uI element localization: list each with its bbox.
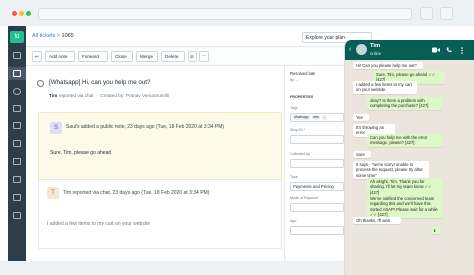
chat-icon (37, 80, 44, 87)
whatsapp-chat: Hi! Can you please help me out? Sure, Ti… (345, 60, 474, 275)
incoming-message: Hi! Can you please help me out? (353, 62, 423, 70)
shop-id-field[interactable] (290, 135, 344, 144)
requester-name[interactable]: Tim (49, 93, 57, 98)
type-label: Type (290, 175, 298, 179)
outgoing-message: Ah alright, Tim. Thank you for sharing. … (367, 178, 443, 196)
payment-mode-label: Mode of Payment (290, 196, 319, 200)
ago-label: Ago (290, 219, 297, 223)
info-icon: ℹ (431, 227, 441, 235)
freshdesk-logo[interactable]: fd (10, 31, 24, 43)
page-header: All tickets > 1065 Explore your plan (26, 26, 372, 47)
back-icon[interactable]: ‹ (349, 45, 351, 54)
home-icon[interactable] (13, 52, 21, 59)
whatsapp-phone: ‹ Tim online Hi! Can you please help me … (344, 40, 474, 275)
browser-menu-button[interactable] (440, 7, 453, 20)
payment-mode-select[interactable] (290, 203, 344, 212)
contact-name: Tim (370, 43, 381, 49)
tags-label: Tags (290, 106, 298, 110)
collected-by-field[interactable] (290, 159, 344, 168)
breadcrumb: All tickets > 1065 (32, 33, 74, 39)
tag: ... (322, 115, 327, 121)
apps-icon[interactable] (13, 212, 21, 219)
breadcrumb-separator: > (56, 33, 60, 39)
whatsapp-header: ‹ Tim online (345, 40, 474, 60)
more-actions-button[interactable]: ⋯ (199, 51, 209, 62)
shop-id-label: Shop ID * (290, 128, 306, 132)
app-root: fd All tickets > 1065 Explore your plan … (0, 0, 474, 275)
reply-button[interactable]: ↩ (32, 51, 42, 62)
type-select[interactable]: Payments and Pricing (290, 182, 344, 191)
incoming-message: I added a few items to my cart on your w… (353, 81, 417, 94)
breadcrumb-all-tickets[interactable]: All tickets (32, 33, 55, 39)
video-icon[interactable] (432, 47, 440, 55)
conversation-pane: [Whatsapp] Hi, can you help me out? Tim … (26, 66, 284, 261)
forward-button[interactable]: Forward (78, 51, 108, 62)
contacts-icon[interactable] (13, 88, 21, 95)
collected-by-label: Collected by (290, 152, 310, 156)
outgoing-message: Can you help me with the error message, … (367, 134, 443, 147)
inbox-icon[interactable] (13, 158, 21, 165)
properties-heading: PROPERTIES (290, 95, 314, 99)
window-minimize-button[interactable] (19, 11, 24, 16)
solutions-icon[interactable] (13, 122, 21, 129)
incoming-message: Yes (353, 114, 369, 122)
call-icon[interactable] (446, 47, 452, 55)
reports-icon[interactable] (13, 176, 21, 183)
ago-field[interactable] (290, 226, 344, 235)
browser-chrome (0, 0, 474, 26)
companies-icon[interactable] (13, 105, 21, 112)
resolved-value: by ... (290, 78, 298, 82)
message-body: I added a few items to my cart on your w… (47, 221, 151, 227)
incoming-message: It says - "we're sorry! unable to proces… (353, 161, 429, 179)
avatar: T (47, 187, 59, 199)
outgoing-message: We've notified the concerned team regard… (367, 195, 443, 219)
merge-button[interactable]: Merge (136, 51, 158, 62)
tickets-icon[interactable] (13, 70, 21, 77)
close-ticket-button[interactable]: Close (111, 51, 133, 62)
admin-icon[interactable] (13, 194, 21, 201)
tag: whatsapp (293, 115, 310, 121)
note-title: Saul's added a public note, 23 days ago … (66, 124, 225, 130)
tags-field[interactable]: whatsapp new ... (290, 113, 344, 122)
ticket-number: 1065 (61, 33, 74, 39)
incoming-message: Sure (353, 151, 371, 159)
delete-button[interactable]: Delete (161, 51, 185, 62)
incoming-message: Oh thanks, I'll wait (353, 217, 401, 225)
ticket-meta: Tim reported via chat · Created by: Pran… (49, 93, 169, 98)
created-by: Created by: Pranav Venuturumilli (100, 93, 169, 98)
add-note-button[interactable]: Add note (45, 51, 75, 62)
address-bar[interactable] (38, 8, 412, 20)
outgoing-message: okay? Is there a problem with completing… (367, 97, 443, 110)
phone-icon[interactable] (13, 140, 21, 147)
reported-via: reported via chat (58, 93, 94, 98)
browser-action-button[interactable] (420, 7, 433, 20)
tag: new (311, 115, 320, 121)
public-note: S Saul's added a public note, 23 days ag… (38, 112, 282, 189)
message-title: Tim reported via chat, 23 days ago (Tue,… (63, 190, 210, 196)
window-maximize-button[interactable] (26, 11, 31, 16)
avatar: S (50, 122, 62, 134)
ticket-subject: [Whatsapp] Hi, can you help me out? (49, 79, 151, 86)
chat-message: T Tim reported via chat, 23 days ago (Tu… (38, 179, 282, 249)
window-close-button[interactable] (12, 11, 17, 16)
menu-icon[interactable] (461, 47, 463, 56)
contact-avatar[interactable] (356, 44, 367, 55)
properties-panel: Resolved late by ... PROPERTIES Tags wha… (284, 66, 344, 261)
resolved-label: Resolved late (290, 71, 316, 76)
note-body: Sure, Tim, please go ahead (50, 150, 112, 156)
ticket-toolbar: ↩ Add note Forward Close Merge Delete ⊘ … (26, 47, 344, 66)
contact-status: online (370, 51, 382, 56)
block-button[interactable]: ⊘ (188, 51, 197, 62)
app-sidebar: fd (8, 26, 26, 261)
